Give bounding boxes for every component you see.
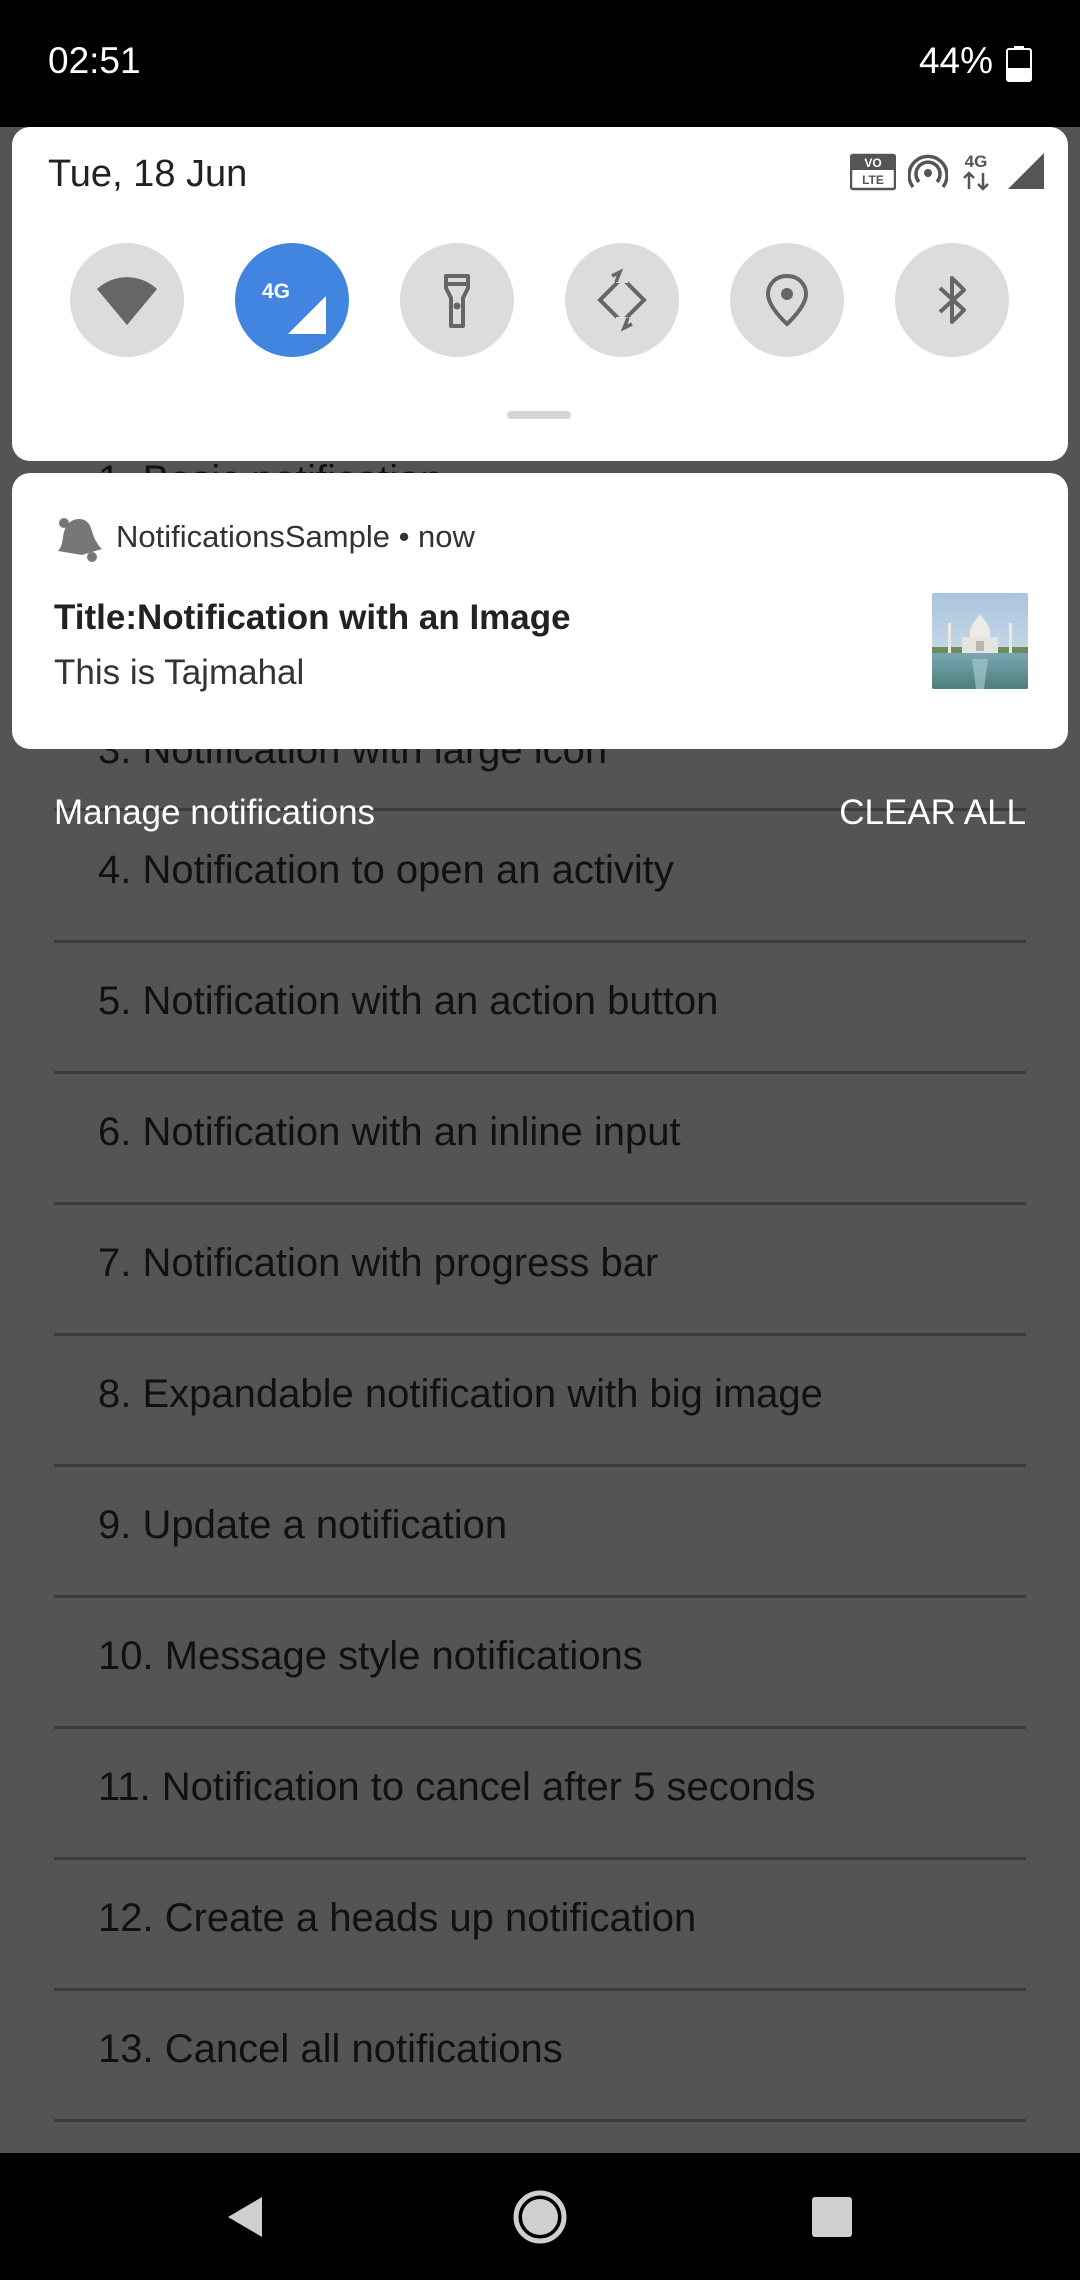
list-item-label: 5. Notification with an action button xyxy=(98,979,719,1023)
list-item[interactable]: 10. Message style notifications xyxy=(54,1598,1026,1729)
qs-tiles: 4G xyxy=(70,243,1020,357)
battery-icon xyxy=(1006,46,1032,82)
notification-bell-icon xyxy=(58,518,102,562)
navigation-bar xyxy=(0,2153,1080,2280)
flashlight-icon xyxy=(444,274,470,328)
list-item[interactable]: 11. Notification to cancel after 5 secon… xyxy=(54,1729,1026,1860)
hotspot-icon xyxy=(908,154,948,189)
qs-date[interactable]: Tue, 18 Jun xyxy=(48,153,247,196)
svg-text:4G: 4G xyxy=(965,152,988,171)
back-icon[interactable] xyxy=(216,2187,276,2247)
manage-notifications-button[interactable]: Manage notifications xyxy=(54,793,375,833)
list-item[interactable]: 6. Notification with an inline input xyxy=(54,1074,1026,1205)
list-item-label: 9. Update a notification xyxy=(98,1503,508,1547)
notification-thumbnail xyxy=(932,593,1028,689)
list-item-label: 11. Notification to cancel after 5 secon… xyxy=(98,1765,816,1809)
notification-title: Title:Notification with an Image xyxy=(54,598,571,637)
list-item-label: 13. Cancel all notifications xyxy=(98,2027,563,2071)
location-icon xyxy=(765,273,809,327)
svg-text:4G: 4G xyxy=(262,280,290,303)
list-item[interactable]: 8. Expandable notification with big imag… xyxy=(54,1336,1026,1467)
list-item-label: 7. Notification with progress bar xyxy=(98,1241,659,1285)
mobile-data-tile[interactable]: 4G xyxy=(235,243,349,357)
list-item-label: 8. Expandable notification with big imag… xyxy=(98,1372,823,1416)
auto-rotate-icon xyxy=(597,268,647,332)
recents-icon[interactable] xyxy=(802,2187,862,2247)
list-item-label: 12. Create a heads up notification xyxy=(98,1896,697,1940)
location-tile[interactable] xyxy=(730,243,844,357)
list-item-label: 4. Notification to open an activity xyxy=(98,848,674,892)
wifi-tile[interactable] xyxy=(70,243,184,357)
wifi-icon xyxy=(97,277,157,325)
list-item-label: 10. Message style notifications xyxy=(98,1634,643,1678)
home-icon[interactable] xyxy=(510,2187,570,2247)
status-time: 02:51 xyxy=(48,40,141,81)
manage-row: Manage notifications CLEAR ALL xyxy=(0,787,1080,843)
notification-text: This is Tajmahal xyxy=(54,653,305,692)
clear-all-button[interactable]: CLEAR ALL xyxy=(839,793,1026,833)
4g-data-icon: 4G xyxy=(963,152,989,191)
svg-text:VO: VO xyxy=(864,156,881,170)
notification-card[interactable]: NotificationsSample • now Title:Notifica… xyxy=(12,473,1068,749)
auto-rotate-tile[interactable] xyxy=(565,243,679,357)
mobile-data-4g-icon: 4G xyxy=(262,280,326,334)
bluetooth-icon xyxy=(938,276,966,324)
bluetooth-tile[interactable] xyxy=(895,243,1009,357)
list-item[interactable]: 13. Cancel all notifications xyxy=(54,1991,1026,2122)
list-item-label: 6. Notification with an inline input xyxy=(98,1110,681,1154)
volte-icon: VO LTE xyxy=(850,153,896,191)
status-bar: 02:51 44% xyxy=(0,0,1080,127)
list-item[interactable]: 9. Update a notification xyxy=(54,1467,1026,1598)
list-item[interactable]: 5. Notification with an action button xyxy=(54,943,1026,1074)
battery-percentage: 44% xyxy=(918,40,993,81)
qs-expand-handle[interactable] xyxy=(507,411,571,419)
svg-text:LTE: LTE xyxy=(862,173,884,187)
quick-settings-panel: Tue, 18 Jun VO LTE 4G 4G xyxy=(12,127,1068,461)
list-item[interactable]: 7. Notification with progress bar xyxy=(54,1205,1026,1336)
signal-icon xyxy=(1008,153,1044,189)
flashlight-tile[interactable] xyxy=(400,243,514,357)
list-item[interactable]: 12. Create a heads up notification xyxy=(54,1860,1026,1991)
notification-header: NotificationsSample • now xyxy=(116,519,475,554)
